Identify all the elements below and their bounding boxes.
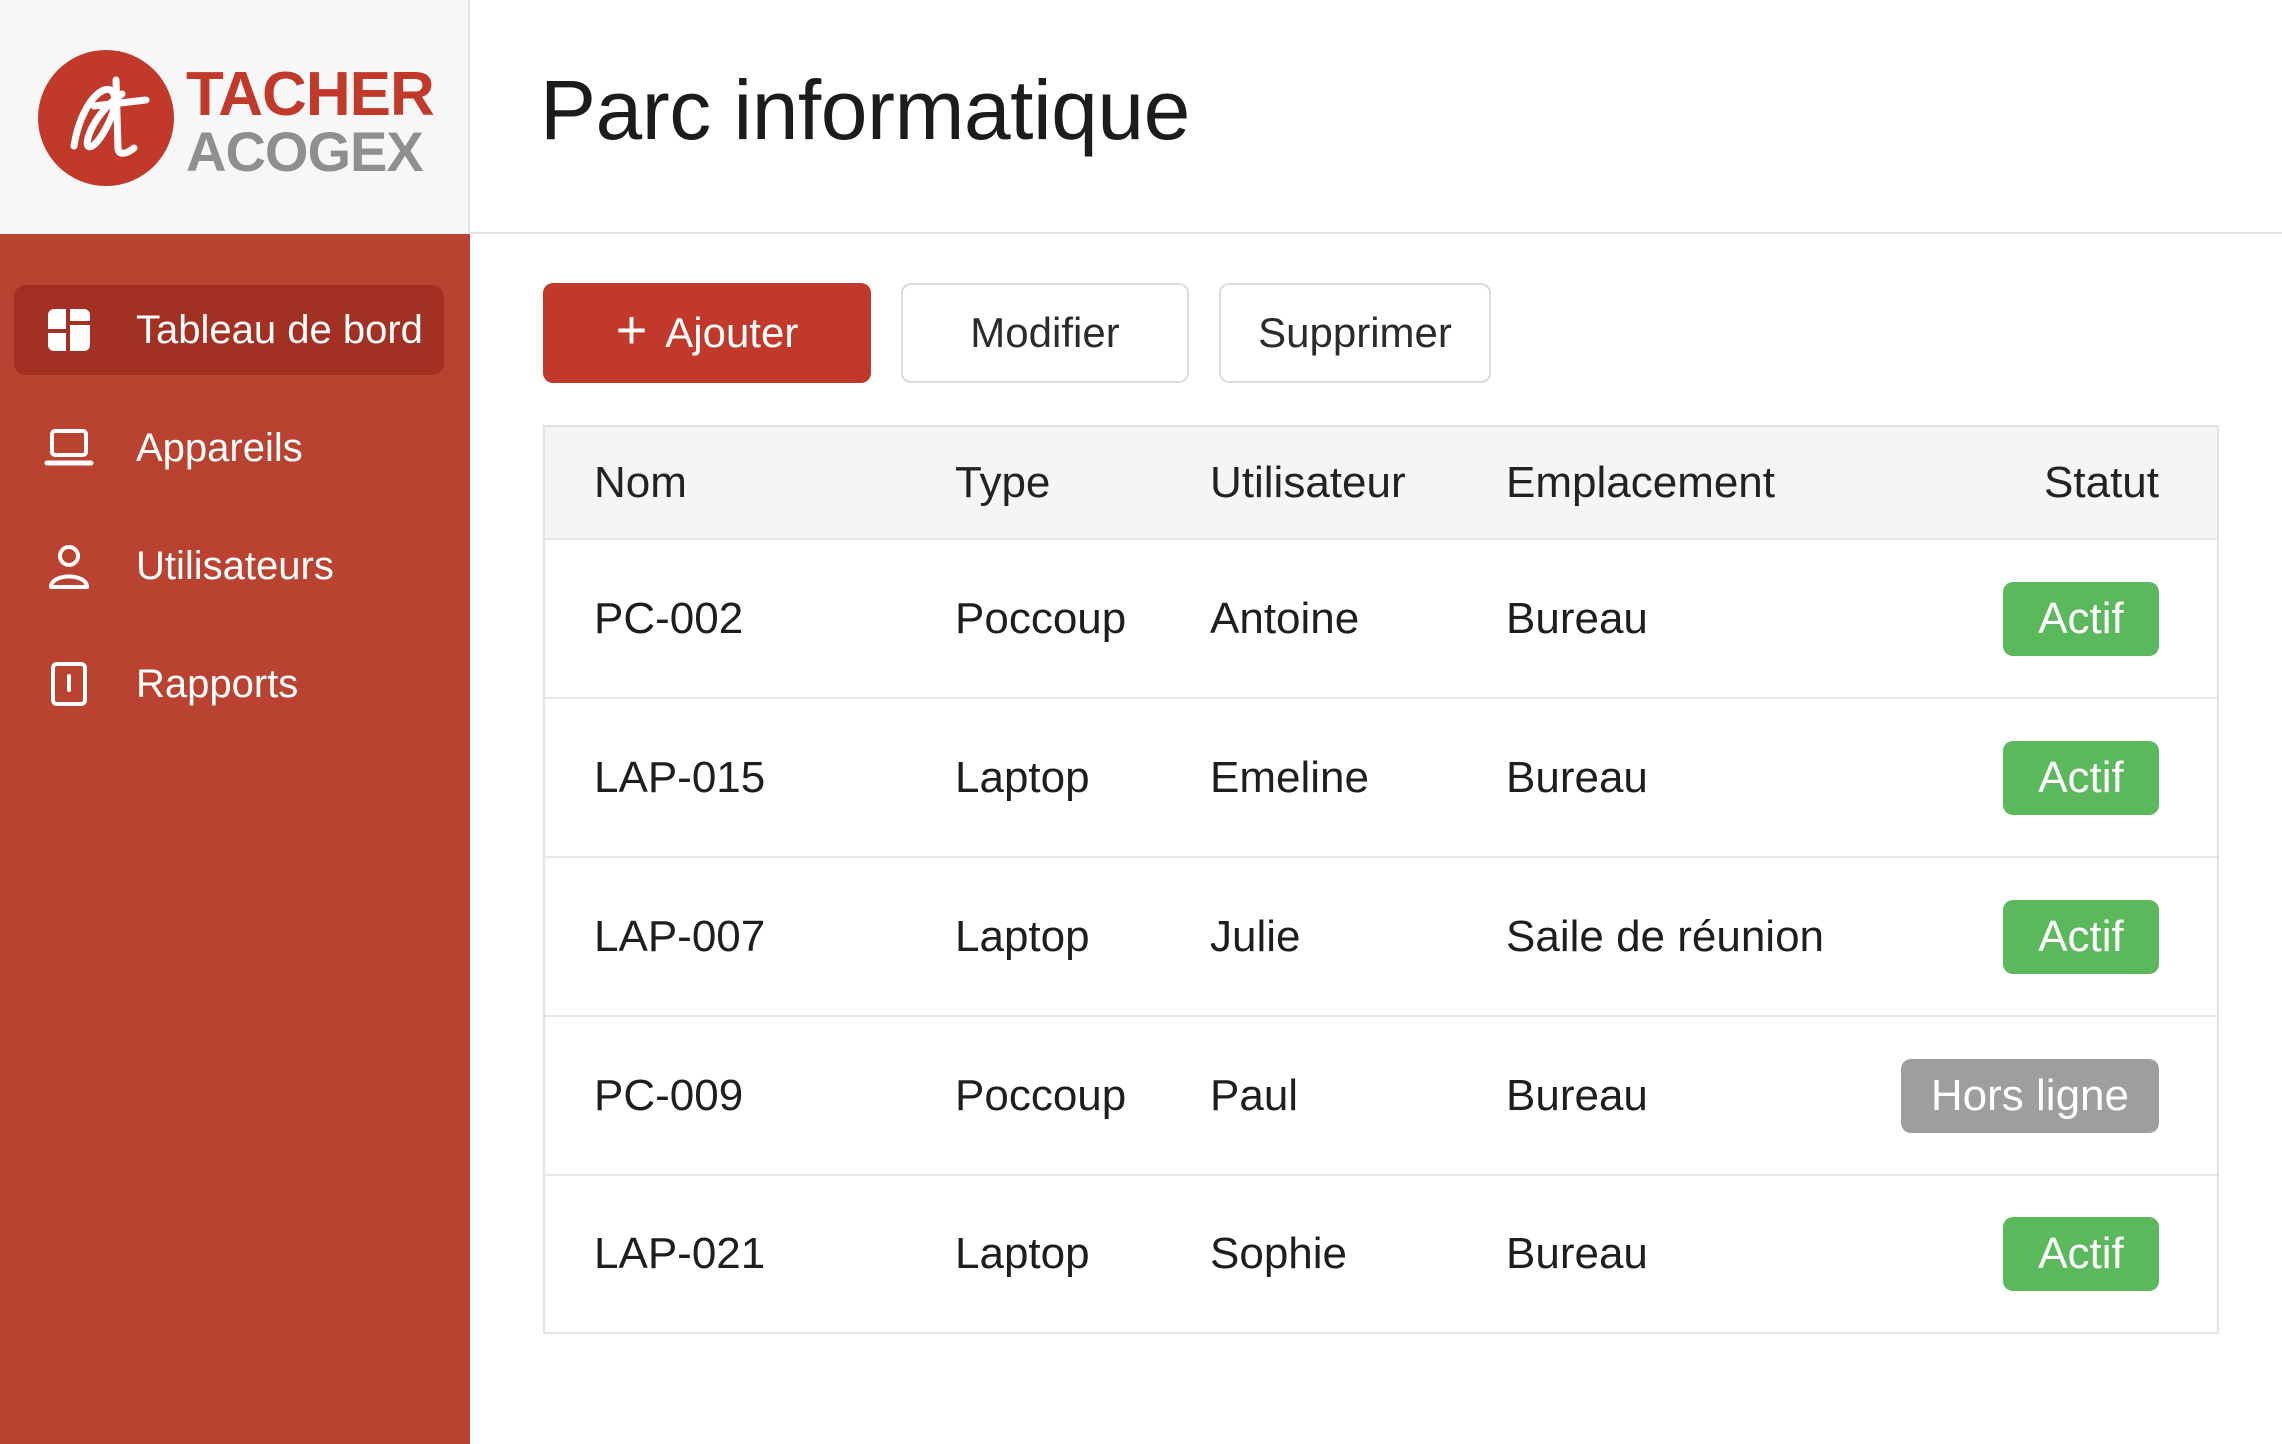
user-icon xyxy=(42,539,96,593)
sidebar-item-label: Rapports xyxy=(136,661,299,706)
add-button[interactable]: + Ajouter xyxy=(543,283,871,383)
logo-text: TACHER ACOGEX xyxy=(186,60,435,183)
sidebar-item-label: Utilisateurs xyxy=(136,543,334,588)
page-title: Parc informatique xyxy=(540,63,1190,157)
laptop-icon xyxy=(42,421,96,475)
toolbar: + Ajouter Modifier Supprimer xyxy=(543,283,1491,383)
sidebar-item-label: Tableau de bord xyxy=(136,307,423,352)
cell-utilisateur: Antoine xyxy=(1210,593,1360,643)
status-badge: Actif xyxy=(2003,581,2159,656)
sidebar-nav: Tableau de bord Appareils Utilisateurs R… xyxy=(0,285,470,757)
cell-nom: LAP-021 xyxy=(594,1229,766,1278)
sidebar-item-label: Appareils xyxy=(136,425,303,470)
status-badge: Actif xyxy=(2003,740,2159,815)
cell-emplacement: Saile de réunion xyxy=(1506,911,1825,961)
cell-emplacement: Bureau xyxy=(1506,752,1648,802)
plus-icon: + xyxy=(615,300,648,360)
column-header-nom[interactable]: Nom xyxy=(594,427,687,538)
cell-statut: Actif xyxy=(2003,699,2159,856)
cell-nom: LAP-007 xyxy=(594,911,766,961)
logo-line2: ACOGEX xyxy=(186,120,424,183)
cell-emplacement: Bureau xyxy=(1506,593,1648,643)
table-row[interactable]: LAP-015 Laptop Emeline Bureau Actif xyxy=(545,699,2217,858)
cell-emplacement: Bureau xyxy=(1506,1229,1648,1278)
cell-utilisateur: Julie xyxy=(1210,911,1301,961)
cell-statut: Actif xyxy=(2003,540,2159,697)
cell-statut: Actif xyxy=(2003,1176,2159,1332)
sidebar-item-appareils[interactable]: Appareils xyxy=(14,403,444,493)
cell-nom: PC-009 xyxy=(594,1070,744,1120)
cell-type: Laptop xyxy=(955,1229,1090,1278)
add-button-label: Ajouter xyxy=(665,309,799,356)
column-header-statut[interactable]: Statut xyxy=(2044,427,2159,538)
table-row[interactable]: LAP-021 Laptop Sophie Bureau Actif xyxy=(545,1176,2217,1332)
column-header-utilisateur[interactable]: Utilisateur xyxy=(1210,427,1406,538)
delete-button-label: Supprimer xyxy=(1258,309,1452,356)
modify-button-label: Modifier xyxy=(970,309,1120,356)
devices-table: Nom Type Utilisateur Emplacement Statut … xyxy=(543,425,2219,1334)
cell-statut: Actif xyxy=(2003,858,2159,1015)
cell-utilisateur: Sophie xyxy=(1210,1229,1348,1278)
sidebar: TACHER ACOGEX Tableau de bord Appareils … xyxy=(0,0,470,1444)
table-row[interactable]: LAP-007 Laptop Julie Saile de réunion Ac… xyxy=(545,858,2217,1017)
report-icon xyxy=(42,657,96,711)
table-row[interactable]: PC-009 Poccoup Paul Bureau Hors ligne xyxy=(545,1017,2217,1176)
sidebar-item-dashboard[interactable]: Tableau de bord xyxy=(14,285,444,375)
table-row[interactable]: PC-002 Poccoup Antoine Bureau Actif xyxy=(545,540,2217,699)
modify-button[interactable]: Modifier xyxy=(901,283,1189,383)
cell-type: Poccoup xyxy=(955,593,1127,643)
table-header: Nom Type Utilisateur Emplacement Statut xyxy=(545,427,2217,540)
cell-type: Poccoup xyxy=(955,1070,1127,1120)
logo-mark-icon xyxy=(38,50,174,186)
logo-area: TACHER ACOGEX xyxy=(0,0,470,234)
cell-type: Laptop xyxy=(955,752,1090,802)
column-header-emplacement[interactable]: Emplacement xyxy=(1506,427,1775,538)
sidebar-item-utilisateurs[interactable]: Utilisateurs xyxy=(14,521,444,611)
cell-utilisateur: Paul xyxy=(1210,1070,1299,1120)
dashboard-icon xyxy=(42,303,96,357)
logo-line1: TACHER xyxy=(186,60,435,129)
cell-emplacement: Bureau xyxy=(1506,1070,1648,1120)
status-badge: Actif xyxy=(2003,899,2159,974)
sidebar-item-rapports[interactable]: Rapports xyxy=(14,639,444,729)
column-header-type[interactable]: Type xyxy=(955,427,1050,538)
cell-type: Laptop xyxy=(955,911,1090,961)
cell-statut: Hors ligne xyxy=(1900,1017,2159,1174)
cell-utilisateur: Emeline xyxy=(1210,752,1369,802)
delete-button[interactable]: Supprimer xyxy=(1219,283,1491,383)
status-badge: Actif xyxy=(2003,1217,2159,1291)
cell-nom: PC-002 xyxy=(594,593,744,643)
header: Parc informatique xyxy=(470,0,2282,234)
status-badge: Hors ligne xyxy=(1900,1058,2159,1133)
cell-nom: LAP-015 xyxy=(594,752,766,802)
